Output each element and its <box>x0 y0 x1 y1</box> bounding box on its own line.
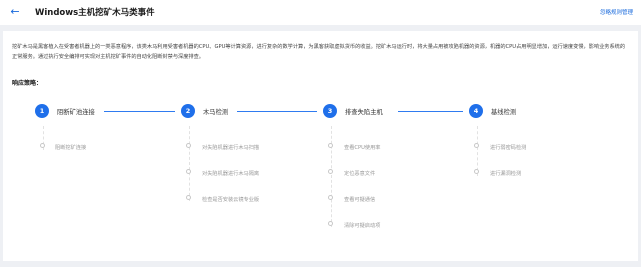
step-3-action-3: 查看可疑通信 <box>344 197 376 203</box>
page-header: ← Windows主机挖矿木马类事件 忽略规则管理 <box>0 0 641 25</box>
step-4-action-2: 进行漏洞检测 <box>490 171 522 177</box>
step-1-action-1-dot <box>40 143 45 148</box>
step-4-label: 基线检测 <box>491 109 517 116</box>
step-3-track <box>331 126 332 227</box>
step-connector <box>104 111 175 112</box>
step-3-action-2: 定位恶意文件 <box>344 171 376 177</box>
step-2-number: 2 <box>181 104 195 118</box>
step-1-label: 阻断矿池连接 <box>57 109 95 116</box>
step-1-action-1: 阻断挖矿连接 <box>55 145 87 151</box>
step-3-action-1: 查看CPU使用率 <box>344 145 381 151</box>
step-3-action-4: 清除可疑启动项 <box>344 223 381 229</box>
step-2-label: 木马检测 <box>203 109 229 116</box>
strategy-heading: 响应策略： <box>12 80 43 87</box>
step-2-action-3-dot <box>186 195 191 200</box>
step-4-action-1-dot <box>474 143 479 148</box>
step-3-number: 3 <box>323 104 337 118</box>
step-3-label: 排查失陷主机 <box>345 109 383 116</box>
arrow-left-icon[interactable]: ← <box>8 5 22 19</box>
step-2-action-2: 对失陷机器进行木马隔离 <box>202 171 260 177</box>
page-title: Windows主机挖矿木马类事件 <box>35 8 155 18</box>
step-4-number: 4 <box>469 104 483 118</box>
step-4-action-1: 进行弱密码检测 <box>490 145 527 151</box>
step-4-action-2-dot <box>474 169 479 174</box>
step-1-number: 1 <box>35 104 49 118</box>
event-description: 挖矿木马是黑客植入在受害者机器上的一类恶意程序，该类木马利用受害者机器的CPU、… <box>12 44 626 60</box>
playbook-card: 挖矿木马是黑客植入在受害者机器上的一类恶意程序，该类木马利用受害者机器的CPU、… <box>3 31 638 261</box>
step-3-action-1-dot <box>328 143 333 148</box>
step-connector <box>398 111 463 112</box>
ignore-rules-link[interactable]: 忽略规则管理 <box>600 8 633 16</box>
step-2-action-2-dot <box>186 169 191 174</box>
step-3-action-3-dot <box>328 195 333 200</box>
step-2-action-1-dot <box>186 143 191 148</box>
step-3-action-4-dot <box>328 221 333 226</box>
step-2-track <box>189 126 190 201</box>
step-2-action-1: 对失陷机器进行木马扫描 <box>202 145 260 151</box>
step-connector <box>237 111 317 112</box>
step-3-action-2-dot <box>328 169 333 174</box>
step-2-action-3: 检查是否安装云镜专业版 <box>202 197 260 203</box>
